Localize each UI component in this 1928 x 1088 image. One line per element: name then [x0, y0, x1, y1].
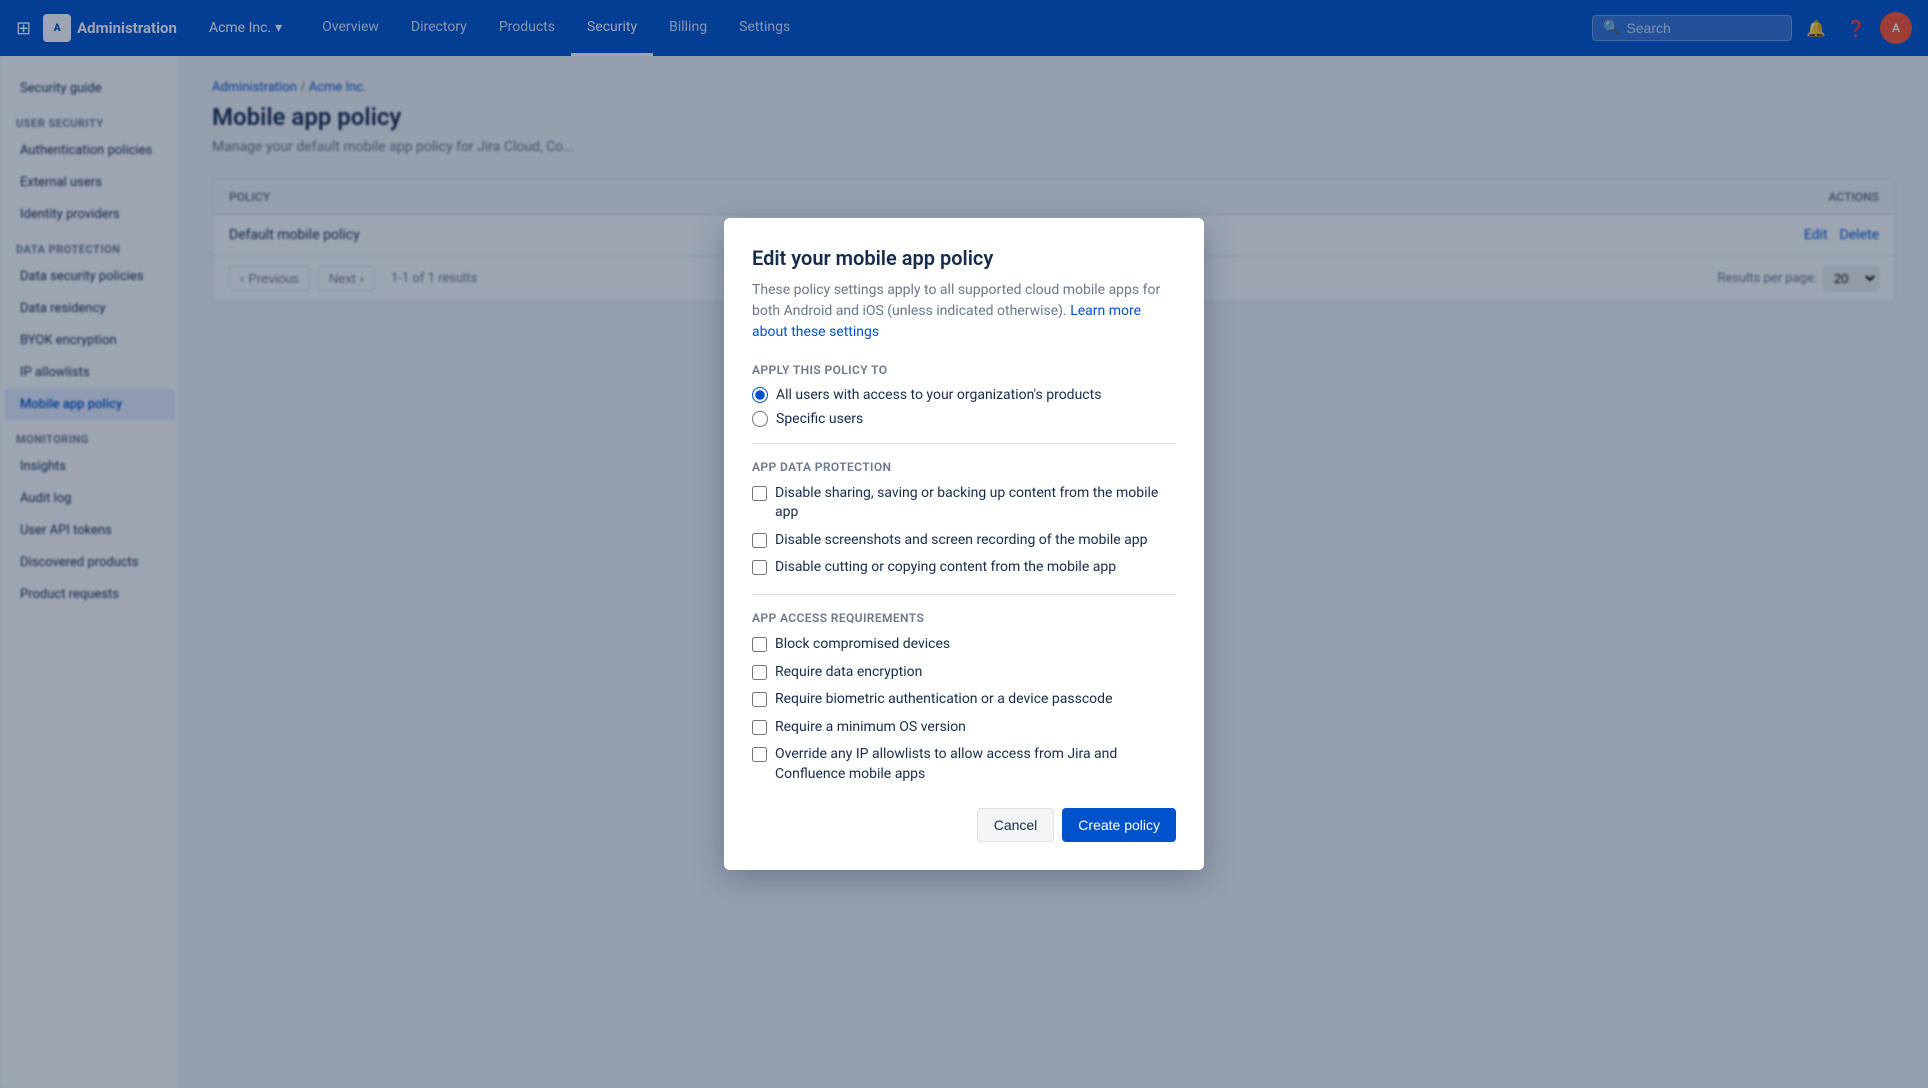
radio-all-users[interactable]: All users with access to your organizati… — [752, 387, 1176, 403]
checkbox-require-os-version-label: Require a minimum OS version — [775, 718, 966, 738]
app-access-requirements-label: App access requirements — [752, 611, 1176, 625]
checkbox-disable-screenshots-input[interactable] — [752, 533, 767, 548]
checkbox-disable-cutting-label: Disable cutting or copying content from … — [775, 558, 1116, 578]
edit-policy-modal: Edit your mobile app policy These policy… — [724, 218, 1204, 871]
checkbox-require-encryption-label: Require data encryption — [775, 663, 922, 683]
cancel-button[interactable]: Cancel — [977, 808, 1055, 842]
app-data-protection-group: Disable sharing, saving or backing up co… — [752, 484, 1176, 578]
checkbox-require-biometric-label: Require biometric authentication or a de… — [775, 690, 1113, 710]
checkbox-require-encryption[interactable]: Require data encryption — [752, 663, 1176, 683]
modal-overlay[interactable]: Edit your mobile app policy These policy… — [0, 0, 1928, 1088]
checkbox-block-compromised-label: Block compromised devices — [775, 635, 950, 655]
checkbox-disable-cutting[interactable]: Disable cutting or copying content from … — [752, 558, 1176, 578]
modal-divider-2 — [752, 594, 1176, 595]
checkbox-require-encryption-input[interactable] — [752, 665, 767, 680]
radio-specific-users-input[interactable] — [752, 411, 768, 427]
modal-description: These policy settings apply to all suppo… — [752, 280, 1176, 343]
checkbox-override-ip-allowlists-input[interactable] — [752, 747, 767, 762]
checkbox-disable-sharing-input[interactable] — [752, 486, 767, 501]
checkbox-require-os-version-input[interactable] — [752, 720, 767, 735]
radio-all-users-label: All users with access to your organizati… — [776, 387, 1101, 403]
apply-policy-radio-group: All users with access to your organizati… — [752, 387, 1176, 427]
radio-specific-users[interactable]: Specific users — [752, 411, 1176, 427]
modal-divider-1 — [752, 443, 1176, 444]
checkbox-disable-cutting-input[interactable] — [752, 560, 767, 575]
modal-title: Edit your mobile app policy — [752, 246, 1176, 270]
checkbox-disable-sharing-label: Disable sharing, saving or backing up co… — [775, 484, 1176, 523]
checkbox-override-ip-allowlists-label: Override any IP allowlists to allow acce… — [775, 745, 1176, 784]
checkbox-disable-sharing[interactable]: Disable sharing, saving or backing up co… — [752, 484, 1176, 523]
radio-all-users-input[interactable] — [752, 387, 768, 403]
app-data-protection-label: App data protection — [752, 460, 1176, 474]
checkbox-require-biometric-input[interactable] — [752, 692, 767, 707]
create-policy-button[interactable]: Create policy — [1062, 808, 1176, 842]
checkbox-disable-screenshots[interactable]: Disable screenshots and screen recording… — [752, 531, 1176, 551]
app-access-requirements-group: Block compromised devices Require data e… — [752, 635, 1176, 785]
checkbox-disable-screenshots-label: Disable screenshots and screen recording… — [775, 531, 1147, 551]
checkbox-require-biometric[interactable]: Require biometric authentication or a de… — [752, 690, 1176, 710]
checkbox-override-ip-allowlists[interactable]: Override any IP allowlists to allow acce… — [752, 745, 1176, 784]
modal-footer: Cancel Create policy — [752, 808, 1176, 842]
apply-policy-section-label: Apply this policy to — [752, 363, 1176, 377]
checkbox-block-compromised[interactable]: Block compromised devices — [752, 635, 1176, 655]
checkbox-require-os-version[interactable]: Require a minimum OS version — [752, 718, 1176, 738]
checkbox-block-compromised-input[interactable] — [752, 637, 767, 652]
radio-specific-users-label: Specific users — [776, 411, 863, 427]
